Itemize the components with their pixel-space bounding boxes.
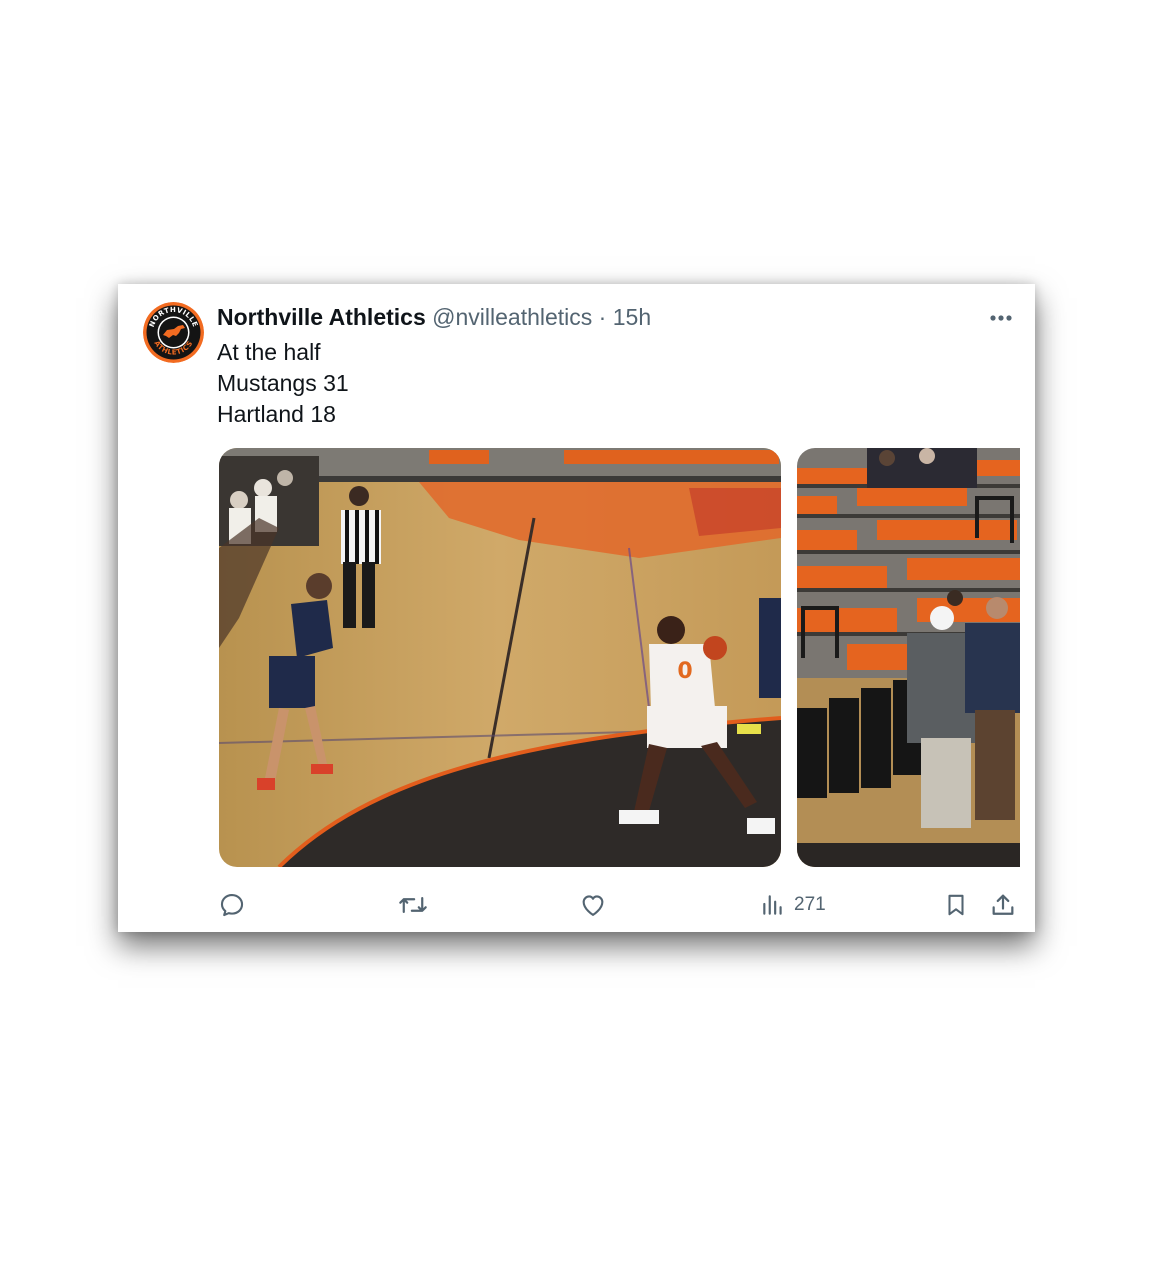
display-name[interactable]: Northville Athletics [217, 304, 426, 330]
tweet-card[interactable]: NORTHVILLE ATHLETICS Northville Athletic… [118, 284, 1035, 932]
bleachers-spectators-photo-icon [797, 448, 1020, 867]
tweet-text: At the half Mustangs 31 Hartland 18 [217, 337, 349, 430]
media-photo-1[interactable]: 0 [219, 448, 781, 867]
tweet-text-line: Mustangs 31 [217, 370, 349, 396]
like-button[interactable] [579, 888, 607, 922]
views-button[interactable]: 271 [760, 888, 826, 922]
mustang-logo-icon: NORTHVILLE ATHLETICS [143, 302, 204, 363]
more-options-button[interactable] [988, 304, 1018, 330]
avatar[interactable]: NORTHVILLE ATHLETICS [143, 302, 204, 363]
share-icon [992, 894, 1014, 915]
separator-dot: · [598, 304, 607, 330]
basketball-game-photo-icon: 0 [219, 448, 781, 867]
user-handle[interactable]: @nvilleathletics [432, 304, 592, 330]
more-dots-icon [990, 315, 1012, 321]
views-count: 271 [794, 894, 826, 915]
media-photo-2[interactable] [797, 448, 1020, 867]
tweet-header: Northville Athletics @nvilleathletics · … [217, 303, 651, 331]
views-chart-icon [763, 895, 782, 915]
bookmark-icon [948, 894, 964, 916]
reply-icon [220, 894, 244, 917]
heart-icon [582, 895, 604, 916]
svg-text:0: 0 [677, 659, 692, 684]
share-button[interactable] [989, 888, 1017, 922]
tweet-text-line: At the half [217, 339, 321, 365]
reply-button[interactable] [218, 888, 246, 922]
timestamp[interactable]: 15h [613, 304, 651, 330]
tweet-text-line: Hartland 18 [217, 401, 336, 427]
retweet-button[interactable] [398, 888, 428, 922]
tweet-actions-bar: 271 [118, 888, 1035, 922]
bookmark-button[interactable] [943, 888, 969, 922]
retweet-icon [399, 896, 427, 914]
